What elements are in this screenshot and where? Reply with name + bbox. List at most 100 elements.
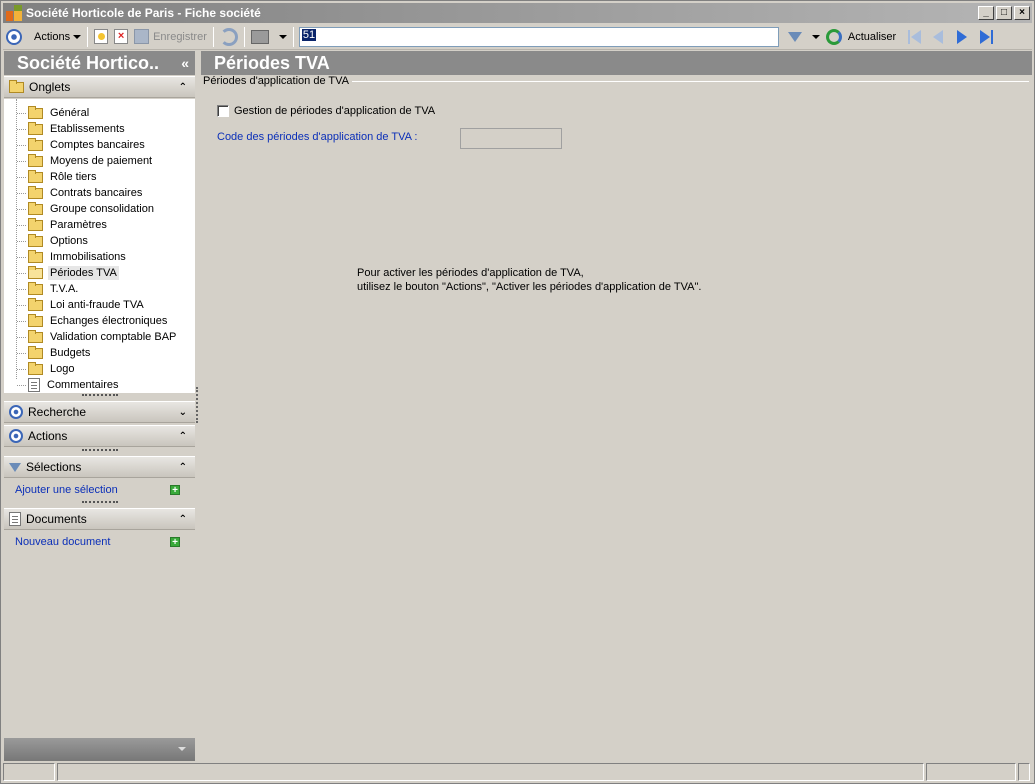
- first-record-button[interactable]: [905, 29, 923, 45]
- resize-grip[interactable]: [82, 501, 118, 504]
- toolbar-separator: [87, 26, 89, 47]
- chevron-down-icon: ⌄: [178, 406, 187, 418]
- toolbar-separator: [212, 26, 214, 47]
- tree-item[interactable]: Echanges électroniques: [4, 313, 169, 329]
- folder-icon: [28, 217, 43, 231]
- save-button[interactable]: Enregistrer: [131, 26, 210, 48]
- section-selections[interactable]: Sélections ⌃: [4, 456, 195, 478]
- new-document-row: Nouveau document +: [4, 532, 195, 552]
- tree-connector: [17, 272, 26, 274]
- new-document-link[interactable]: Nouveau document: [15, 536, 170, 548]
- folder-icon: [28, 313, 43, 327]
- sidebar-title-text: Société Hortico..: [17, 53, 160, 73]
- last-record-button[interactable]: [977, 29, 995, 45]
- tree-connector: [17, 240, 26, 242]
- minimize-button[interactable]: _: [978, 6, 994, 20]
- status-cell: [3, 763, 55, 781]
- folder-icon: [28, 137, 43, 151]
- tree-item[interactable]: Contrats bancaires: [4, 185, 144, 201]
- chevron-up-icon: ⌃: [178, 461, 187, 473]
- tree-item-label: Périodes TVA: [48, 266, 119, 280]
- tree-item-label: Commentaires: [47, 379, 119, 391]
- tree-item-label: Immobilisations: [50, 251, 126, 263]
- maximize-button[interactable]: □: [996, 6, 1012, 20]
- page-title: Périodes TVA: [201, 51, 1032, 75]
- group-legend: Périodes d'application de TVA: [203, 75, 353, 87]
- toolbar: Actions × Enregistrer 51 Actualiser: [3, 24, 1032, 50]
- window-title: Société Horticole de Paris - Fiche socié…: [26, 6, 261, 20]
- tree-item[interactable]: Options: [4, 233, 90, 249]
- search-circle-icon: [9, 405, 23, 419]
- tree-item[interactable]: Etablissements: [4, 121, 127, 137]
- panel-splitter[interactable]: [196, 387, 198, 423]
- tree-item-label: Validation comptable BAP: [50, 331, 177, 343]
- app-window: Société Horticole de Paris - Fiche socié…: [0, 0, 1035, 784]
- tree-item[interactable]: Périodes TVA: [4, 265, 119, 281]
- folder-icon: [28, 233, 43, 247]
- tree-item[interactable]: Général: [4, 105, 91, 121]
- tree-item-label: Etablissements: [50, 123, 125, 135]
- tree-item[interactable]: Loi anti-fraude TVA: [4, 297, 146, 313]
- sync-button[interactable]: [217, 26, 241, 48]
- tree-connector: [17, 304, 26, 306]
- document-icon: [9, 512, 21, 526]
- section-selections-label: Sélections: [26, 460, 82, 474]
- vat-periods-checkbox-row[interactable]: Gestion de périodes d'application de TVA: [217, 105, 435, 117]
- actions-menu-button[interactable]: Actions: [3, 26, 84, 48]
- section-recherche[interactable]: Recherche ⌄: [4, 401, 195, 423]
- first-bar-icon: [907, 29, 910, 44]
- app-logo-icon: [6, 5, 22, 21]
- tree-item[interactable]: Commentaires: [4, 377, 121, 393]
- tree-connector: [17, 160, 26, 162]
- new-button[interactable]: [91, 26, 111, 48]
- print-button[interactable]: [248, 26, 290, 48]
- main-content: Périodes TVA Périodes d'application de T…: [201, 51, 1032, 761]
- tree-item-label: Paramètres: [50, 219, 107, 231]
- tree-connector: [17, 288, 26, 290]
- tree-item-label: Budgets: [50, 347, 91, 359]
- tree-item[interactable]: Moyens de paiement: [4, 153, 154, 169]
- tree-item[interactable]: T.V.A.: [4, 281, 80, 297]
- tree-item-label: Options: [50, 235, 88, 247]
- folder-icon: [28, 329, 43, 343]
- chevron-down-icon: [811, 34, 820, 39]
- refresh-button[interactable]: Actualiser: [823, 26, 899, 48]
- section-actions[interactable]: Actions ⌃: [4, 425, 195, 447]
- search-input[interactable]: 51: [298, 26, 779, 47]
- next-record-button[interactable]: [953, 29, 971, 45]
- sidebar-bottom-bar[interactable]: [4, 738, 195, 761]
- folder-icon: [28, 169, 43, 183]
- tree-connector: [17, 352, 26, 354]
- previous-record-button[interactable]: [929, 29, 947, 45]
- section-documents[interactable]: Documents ⌃: [4, 508, 195, 530]
- tree-item-label: T.V.A.: [50, 283, 79, 295]
- section-onglets[interactable]: Onglets ⌃: [4, 76, 195, 98]
- refresh-label: Actualiser: [847, 30, 897, 43]
- tree-connector: [17, 176, 26, 178]
- vat-periods-checkbox-label[interactable]: Gestion de périodes d'application de TVA: [234, 105, 435, 117]
- refresh-icon: [825, 28, 842, 45]
- tree-item[interactable]: Validation comptable BAP: [4, 329, 178, 345]
- tree-item[interactable]: Logo: [4, 361, 76, 377]
- add-selection-link[interactable]: Ajouter une sélection: [15, 484, 170, 496]
- chevron-down-icon: [278, 34, 287, 39]
- resize-corner[interactable]: [1018, 763, 1030, 781]
- collapse-sidebar-button[interactable]: «: [181, 51, 189, 75]
- tree-item[interactable]: Groupe consolidation: [4, 201, 156, 217]
- tree-item[interactable]: Budgets: [4, 345, 92, 361]
- delete-button[interactable]: ×: [111, 26, 131, 48]
- tree-item[interactable]: Paramètres: [4, 217, 109, 233]
- filter-button[interactable]: [779, 26, 823, 48]
- tree-item[interactable]: Comptes bancaires: [4, 137, 147, 153]
- resize-grip[interactable]: [82, 394, 118, 397]
- tree-item[interactable]: Immobilisations: [4, 249, 128, 265]
- add-icon[interactable]: +: [170, 537, 180, 548]
- tree-item[interactable]: Rôle tiers: [4, 169, 98, 185]
- folder-icon: [9, 79, 24, 93]
- close-button[interactable]: ×: [1014, 6, 1030, 20]
- vat-periods-checkbox[interactable]: [217, 105, 229, 117]
- group-divider: [349, 81, 1029, 82]
- activation-hint: Pour activer les périodes d'application …: [357, 266, 701, 294]
- resize-grip[interactable]: [82, 449, 118, 452]
- add-icon[interactable]: +: [170, 485, 180, 496]
